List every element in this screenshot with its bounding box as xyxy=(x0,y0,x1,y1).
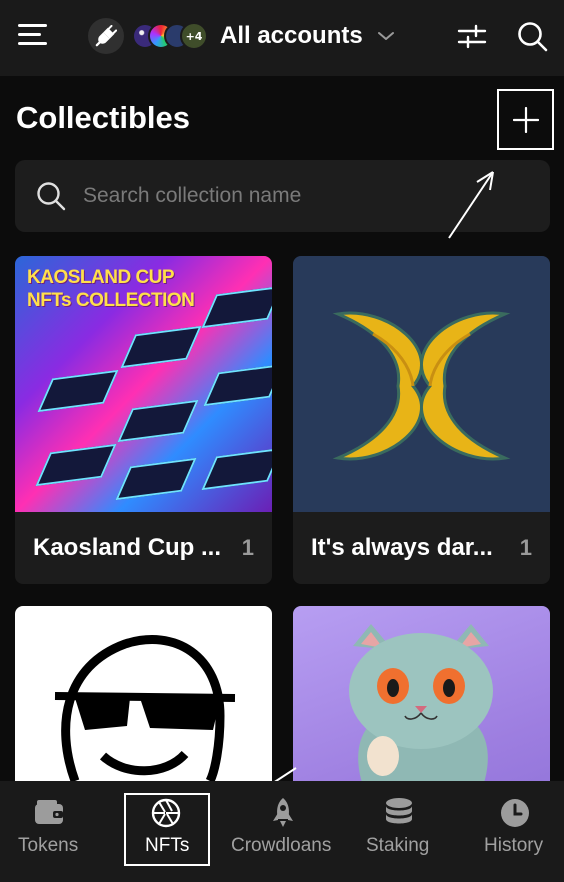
search-input[interactable] xyxy=(81,183,525,209)
aperture-icon xyxy=(151,798,181,828)
plus-icon xyxy=(512,106,539,133)
plug-icon[interactable] xyxy=(88,18,124,54)
tab-label: Tokens xyxy=(18,835,79,856)
collection-card[interactable]: KAOSLAND CUP NFTs COLLECTION Kaosland Cu… xyxy=(15,256,272,584)
collection-image xyxy=(293,256,550,512)
bottom-nav: Tokens NFTs Crowdloans Staking History xyxy=(0,781,564,882)
collection-name: It's always dar... xyxy=(311,534,493,561)
sliders-icon[interactable] xyxy=(457,22,487,50)
tab-label: History xyxy=(484,835,544,856)
database-stack-icon xyxy=(386,798,412,824)
add-collection-button[interactable] xyxy=(497,89,554,150)
page-title: Collectibles xyxy=(16,100,190,135)
collection-image: KAOSLAND CUP NFTs COLLECTION xyxy=(15,256,272,512)
avatar-overflow-badge: +4 xyxy=(180,22,208,50)
search-icon[interactable] xyxy=(516,20,548,52)
top-header: +4 All accounts xyxy=(0,0,564,76)
collection-image-title: KAOSLAND CUP NFTs COLLECTION xyxy=(27,267,195,311)
account-avatars: +4 xyxy=(132,22,208,50)
collection-card[interactable]: It's always dar... 1 xyxy=(293,256,550,584)
wallet-icon xyxy=(35,800,63,824)
menu-icon[interactable] xyxy=(18,24,47,48)
tab-label: Staking xyxy=(366,835,430,856)
collection-search xyxy=(15,160,550,232)
account-selector[interactable]: +4 All accounts xyxy=(88,14,395,58)
rocket-icon xyxy=(273,798,293,827)
tab-label: NFTs xyxy=(145,835,190,856)
search-icon xyxy=(37,182,66,211)
tab-history[interactable]: History xyxy=(466,781,564,882)
tab-crowdloans[interactable]: Crowdloans xyxy=(228,781,338,882)
account-label: All accounts xyxy=(220,22,363,49)
chevron-down-icon xyxy=(377,32,394,40)
collection-count: 1 xyxy=(241,535,254,560)
tab-label: Crowdloans xyxy=(231,835,332,856)
tab-tokens[interactable]: Tokens xyxy=(0,781,98,882)
tab-staking[interactable]: Staking xyxy=(350,781,448,882)
collection-count: 1 xyxy=(519,535,532,560)
tab-nfts[interactable]: NFTs xyxy=(124,781,210,882)
collection-name: Kaosland Cup ... xyxy=(33,534,222,561)
clock-icon xyxy=(501,799,529,827)
